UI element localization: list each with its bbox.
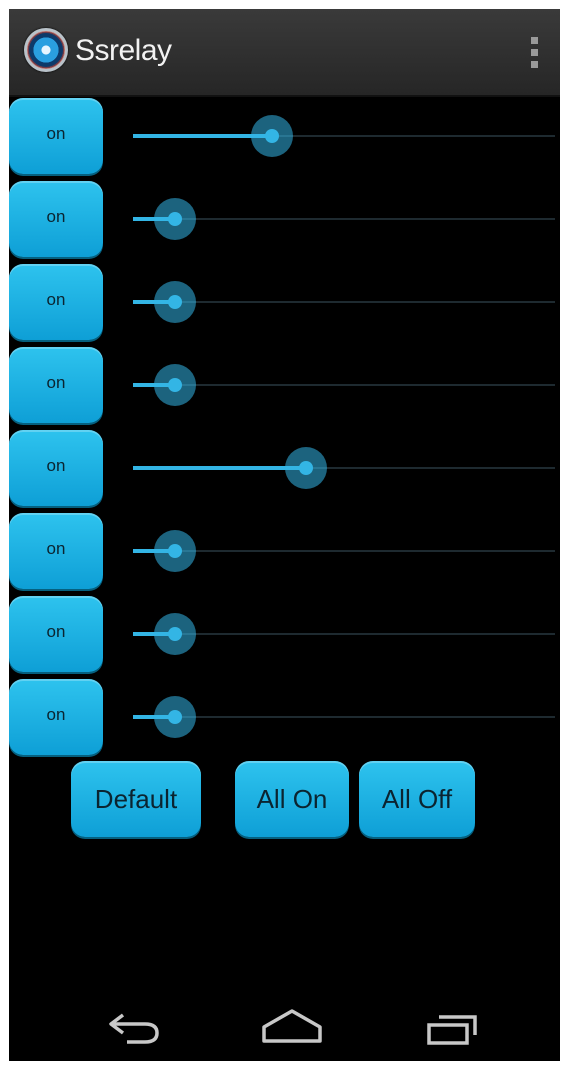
relay-row: on bbox=[9, 678, 560, 761]
relay-row: on bbox=[9, 180, 560, 263]
overflow-dot bbox=[531, 61, 538, 68]
relay-slider[interactable] bbox=[133, 364, 555, 406]
slider-track bbox=[133, 218, 555, 220]
slider-track bbox=[133, 384, 555, 386]
relay-on-button[interactable]: on bbox=[9, 181, 103, 257]
home-button[interactable] bbox=[252, 1005, 332, 1049]
relay-row: on bbox=[9, 346, 560, 429]
slider-fill bbox=[133, 466, 306, 470]
app-title: Ssrelay bbox=[75, 34, 172, 67]
relay-slider[interactable] bbox=[133, 613, 555, 655]
overflow-dot bbox=[531, 49, 538, 56]
slider-thumb[interactable] bbox=[154, 281, 196, 323]
slider-thumb[interactable] bbox=[154, 613, 196, 655]
app-screen: Ssrelay on on on on on on on on Default All On … bbox=[9, 9, 560, 1061]
relay-row: on bbox=[9, 512, 560, 595]
overflow-dot bbox=[531, 37, 538, 44]
slider-thumb[interactable] bbox=[251, 115, 293, 157]
relay-on-button[interactable]: on bbox=[9, 264, 103, 340]
relay-on-button[interactable]: on bbox=[9, 347, 103, 423]
slider-thumb[interactable] bbox=[285, 447, 327, 489]
relay-on-button[interactable]: on bbox=[9, 430, 103, 506]
navigation-bar bbox=[9, 995, 560, 1061]
relay-on-button[interactable]: on bbox=[9, 596, 103, 672]
back-icon bbox=[109, 1013, 159, 1044]
relay-slider[interactable] bbox=[133, 530, 555, 572]
relay-row: on bbox=[9, 97, 560, 180]
recent-apps-button[interactable] bbox=[413, 1005, 493, 1049]
relay-row: on bbox=[9, 263, 560, 346]
slider-thumb[interactable] bbox=[154, 364, 196, 406]
slider-thumb[interactable] bbox=[154, 198, 196, 240]
back-button[interactable] bbox=[93, 1005, 173, 1049]
home-icon bbox=[262, 1009, 322, 1043]
slider-track bbox=[133, 633, 555, 635]
relay-slider[interactable] bbox=[133, 115, 555, 157]
action-bar: Ssrelay bbox=[9, 9, 560, 97]
slider-thumb[interactable] bbox=[154, 530, 196, 572]
relay-slider[interactable] bbox=[133, 281, 555, 323]
relay-slider[interactable] bbox=[133, 696, 555, 738]
relay-on-button[interactable]: on bbox=[9, 513, 103, 589]
recent-apps-icon bbox=[427, 1015, 477, 1045]
all-on-button[interactable]: All On bbox=[235, 761, 349, 837]
relay-on-button[interactable]: on bbox=[9, 679, 103, 755]
default-button[interactable]: Default bbox=[71, 761, 201, 837]
relay-row: on bbox=[9, 429, 560, 512]
slider-thumb[interactable] bbox=[154, 696, 196, 738]
all-off-button[interactable]: All Off bbox=[359, 761, 475, 837]
relay-slider[interactable] bbox=[133, 198, 555, 240]
app-icon[interactable] bbox=[24, 28, 68, 72]
relay-row: on bbox=[9, 595, 560, 678]
overflow-menu-icon[interactable] bbox=[522, 35, 546, 71]
relay-slider[interactable] bbox=[133, 447, 555, 489]
slider-track bbox=[133, 301, 555, 303]
slider-track bbox=[133, 550, 555, 552]
slider-track bbox=[133, 716, 555, 718]
relay-on-button[interactable]: on bbox=[9, 98, 103, 174]
